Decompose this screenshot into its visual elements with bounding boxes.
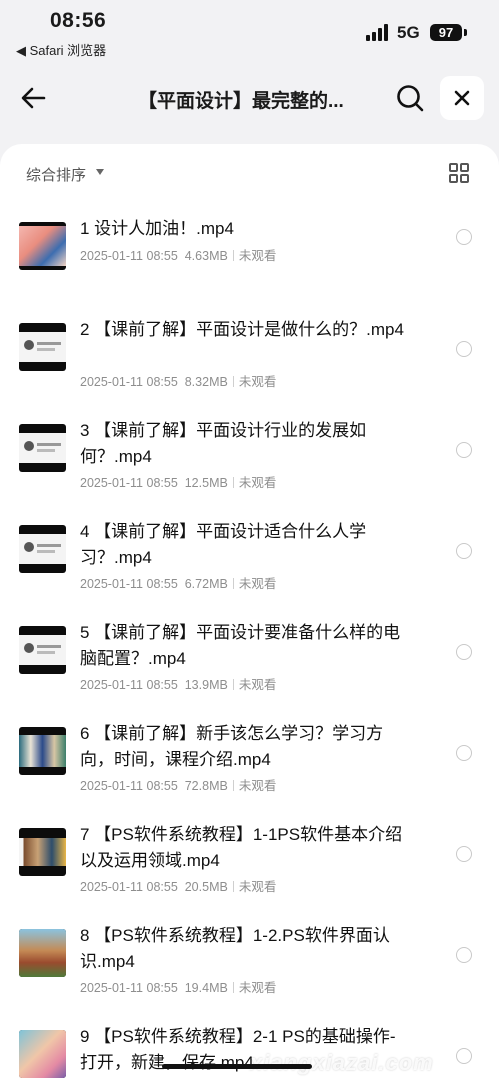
watch-status: 未观看 (238, 880, 277, 894)
select-radio[interactable] (456, 1048, 472, 1064)
select-radio[interactable] (456, 846, 472, 862)
file-date: 2025-01-11 08:55 (80, 981, 178, 995)
watermark-text: xiangxiazai.com (250, 1050, 434, 1075)
file-meta: 2025-01-11 08:55 6.72MB 未观看 (80, 573, 276, 592)
meta-divider (232, 679, 234, 690)
watch-status: 未观看 (238, 476, 277, 490)
meta-divider (232, 982, 234, 993)
file-list-item[interactable]: 4 【课前了解】平面设计适合什么人学习？.mp4 2025-01-11 08:55… (0, 517, 499, 618)
file-title: 6 【课前了解】新手该怎么学习？学习方向，时间，课程介绍.mp4 (80, 724, 384, 769)
video-thumbnail (19, 1030, 66, 1078)
arrow-left-icon[interactable] (18, 82, 50, 114)
file-meta: 2025-01-11 08:55 12.5MB 未观看 (80, 472, 276, 491)
file-list-sheet: 综合排序 1 设计人加油！.mp4 2025-01-11 08:55 4.63MB… (0, 144, 499, 1080)
file-meta: 2025-01-11 08:55 20.5MB 未观看 (80, 876, 276, 895)
file-list-item[interactable]: 8 【PS软件系统教程】1-2.PS软件界面认识.mp4 2025-01-11 0… (0, 921, 499, 1022)
network-label: 5G (397, 23, 420, 42)
file-size: 20.5MB (184, 880, 228, 894)
file-size: 6.72MB (184, 577, 228, 591)
close-button[interactable] (440, 76, 484, 120)
file-date: 2025-01-11 08:55 (80, 476, 178, 490)
search-icon[interactable] (394, 82, 426, 114)
file-title: 7 【PS软件系统教程】1-1PS软件基本介绍以及运用领域.mp4 (80, 825, 403, 870)
select-radio[interactable] (456, 745, 472, 761)
file-title: 4 【课前了解】平面设计适合什么人学习？.mp4 (80, 522, 367, 567)
file-list-item[interactable]: 1 设计人加油！.mp4 2025-01-11 08:55 4.63MB 未观看 (0, 214, 499, 315)
file-title: 2 【课前了解】平面设计是做什么的？.mp4 (80, 320, 404, 339)
status-bar: 08:56 ◀ Safari 浏览器 5G 97 (0, 0, 499, 60)
caret-down-icon[interactable] (96, 169, 104, 175)
select-radio[interactable] (456, 644, 472, 660)
grid-view-icon[interactable] (448, 162, 470, 184)
file-size: 8.32MB (184, 375, 228, 389)
video-thumbnail (19, 727, 66, 775)
select-radio[interactable] (456, 543, 472, 559)
file-list-item[interactable]: 5 【课前了解】平面设计要准备什么样的电脑配置？.mp4 2025-01-11 0… (0, 618, 499, 719)
meta-divider (232, 578, 234, 589)
video-thumbnail (19, 424, 66, 472)
watch-status: 未观看 (238, 678, 277, 692)
file-size: 12.5MB (184, 476, 228, 490)
video-thumbnail (19, 222, 66, 270)
file-meta: 2025-01-11 08:55 8.32MB 未观看 (80, 371, 276, 390)
select-radio[interactable] (456, 229, 472, 245)
select-radio[interactable] (456, 947, 472, 963)
file-title: 5 【课前了解】平面设计要准备什么样的电脑配置？.mp4 (80, 623, 401, 668)
close-icon (454, 90, 470, 106)
cellular-signal-icon (366, 24, 390, 41)
sort-toolbar: 综合排序 (0, 144, 499, 202)
file-title: 8 【PS软件系统教程】1-2.PS软件界面认识.mp4 (80, 926, 390, 971)
watch-status: 未观看 (238, 981, 277, 995)
battery-icon: 97 (430, 24, 462, 41)
meta-divider (232, 881, 234, 892)
file-date: 2025-01-11 08:55 (80, 880, 178, 894)
meta-divider (232, 376, 234, 387)
video-thumbnail (19, 525, 66, 573)
file-meta: 2025-01-11 08:55 4.63MB 未观看 (80, 245, 276, 264)
page-title: 【平面设计】最完整的... (138, 91, 344, 112)
video-thumbnail (19, 323, 66, 371)
file-size: 19.4MB (184, 981, 228, 995)
file-meta: 2025-01-11 08:55 19.4MB 未观看 (80, 977, 276, 996)
file-list-item[interactable]: 3 【课前了解】平面设计行业的发展如何？.mp4 2025-01-11 08:55… (0, 416, 499, 517)
back-to-app-link[interactable]: ◀ Safari 浏览器 (16, 40, 106, 59)
meta-divider (232, 250, 234, 261)
home-indicator[interactable] (162, 1064, 312, 1069)
video-thumbnail (19, 828, 66, 876)
select-radio[interactable] (456, 442, 472, 458)
file-date: 2025-01-11 08:55 (80, 779, 178, 793)
file-meta: 2025-01-11 08:55 13.9MB 未观看 (80, 674, 276, 693)
meta-divider (232, 780, 234, 791)
file-list-item[interactable]: 6 【课前了解】新手该怎么学习？学习方向，时间，课程介绍.mp4 2025-01-… (0, 719, 499, 820)
file-date: 2025-01-11 08:55 (80, 678, 178, 692)
file-date: 2025-01-11 08:55 (80, 577, 178, 591)
status-time: 08:56 (50, 9, 107, 32)
battery-tip (464, 29, 467, 36)
watch-status: 未观看 (238, 779, 277, 793)
meta-divider (232, 477, 234, 488)
file-date: 2025-01-11 08:55 (80, 375, 178, 389)
file-list-item[interactable]: 7 【PS软件系统教程】1-1PS软件基本介绍以及运用领域.mp4 2025-01… (0, 820, 499, 921)
video-thumbnail (19, 626, 66, 674)
nav-bar: 【平面设计】最完整的... (0, 66, 499, 130)
watch-status: 未观看 (238, 577, 277, 591)
file-list: 1 设计人加油！.mp4 2025-01-11 08:55 4.63MB 未观看 2 … (0, 214, 499, 1080)
video-thumbnail (19, 929, 66, 977)
sort-dropdown[interactable]: 综合排序 (26, 164, 86, 185)
file-title: 3 【课前了解】平面设计行业的发展如何？.mp4 (80, 421, 367, 466)
file-list-item[interactable]: 2 【课前了解】平面设计是做什么的？.mp4 2025-01-11 08:55 8… (0, 315, 499, 416)
file-meta: 2025-01-11 08:55 72.8MB 未观看 (80, 775, 276, 794)
watch-status: 未观看 (238, 375, 277, 389)
file-size: 4.63MB (184, 249, 228, 263)
file-title: 1 设计人加油！.mp4 (80, 219, 234, 238)
file-size: 72.8MB (184, 779, 228, 793)
file-size: 13.9MB (184, 678, 228, 692)
select-radio[interactable] (456, 341, 472, 357)
watch-status: 未观看 (238, 249, 277, 263)
file-date: 2025-01-11 08:55 (80, 249, 178, 263)
